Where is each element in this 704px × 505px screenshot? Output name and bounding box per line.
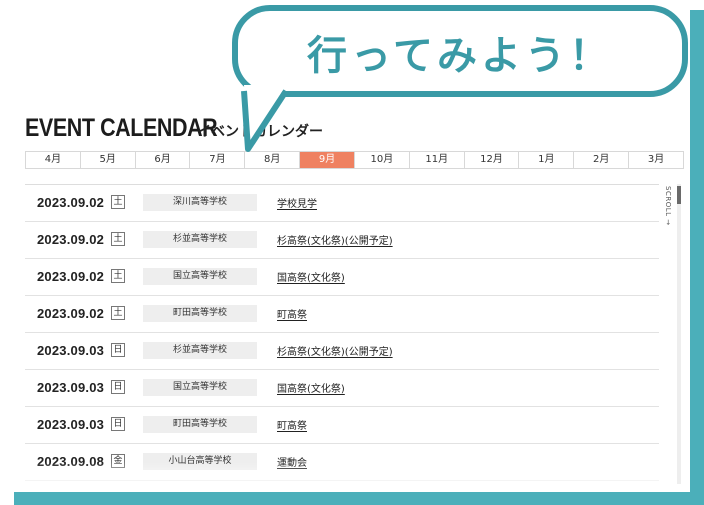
month-tab[interactable]: 2月	[574, 152, 630, 168]
month-tab[interactable]: 11月	[410, 152, 465, 168]
event-date: 2023.09.02	[37, 232, 105, 247]
month-tab[interactable]: 1月	[519, 152, 575, 168]
event-link[interactable]: 町高祭	[277, 417, 307, 432]
event-school: 町田高等学校	[143, 416, 257, 433]
event-date: 2023.09.03	[37, 417, 105, 432]
event-link[interactable]: 町高祭	[277, 306, 307, 321]
speech-bubble-tail	[241, 85, 289, 152]
scroll-label: SCROLL →	[664, 186, 672, 226]
scrollbar-track[interactable]	[677, 184, 681, 484]
event-row: 2023.09.02 土 国立高等学校 国高祭(文化祭)	[25, 259, 659, 296]
month-tab[interactable]: 9月	[300, 152, 355, 168]
event-weekday: 日	[111, 343, 125, 357]
frame-right	[690, 10, 704, 505]
event-link[interactable]: 国高祭(文化祭)	[277, 380, 345, 395]
event-date: 2023.09.02	[37, 306, 105, 321]
event-date: 2023.09.02	[37, 269, 105, 284]
event-weekday: 土	[111, 306, 125, 320]
event-link[interactable]: 杉高祭(文化祭)(公開予定)	[277, 232, 393, 247]
event-row: 2023.09.03 日 杉並高等学校 杉高祭(文化祭)(公開予定)	[25, 333, 659, 370]
event-weekday: 土	[111, 232, 125, 246]
event-school: 杉並高等学校	[143, 342, 257, 359]
event-link[interactable]: 国高祭(文化祭)	[277, 269, 345, 284]
event-school: 深川高等学校	[143, 194, 257, 211]
month-tab[interactable]: 3月	[629, 152, 683, 168]
event-row: 2023.09.02 土 杉並高等学校 杉高祭(文化祭)(公開予定)	[25, 222, 659, 259]
event-weekday: 日	[111, 417, 125, 431]
event-row: 2023.09.02 土 町田高等学校 町高祭	[25, 296, 659, 333]
event-row: 2023.09.03 日 国立高等学校 国高祭(文化祭)	[25, 370, 659, 407]
month-tab[interactable]: 7月	[190, 152, 246, 168]
month-tab[interactable]: 4月	[26, 152, 81, 168]
event-date: 2023.09.03	[37, 380, 105, 395]
event-weekday: 土	[111, 269, 125, 283]
scrollbar-thumb[interactable]	[677, 186, 681, 204]
frame-bottom	[14, 492, 704, 505]
event-link[interactable]: 学校見学	[277, 195, 317, 210]
event-school: 国立高等学校	[143, 379, 257, 396]
month-tab[interactable]: 12月	[465, 152, 520, 168]
list-fade	[25, 462, 659, 492]
event-weekday: 日	[111, 380, 125, 394]
event-school: 杉並高等学校	[143, 231, 257, 248]
event-link[interactable]: 杉高祭(文化祭)(公開予定)	[277, 343, 393, 358]
event-weekday: 土	[111, 195, 125, 209]
speech-bubble: 行ってみよう！	[232, 5, 688, 97]
month-tabs: 4月 5月 6月 7月 8月 9月 10月 11月 12月 1月 2月 3月	[25, 151, 684, 169]
page-title: EVENT CALENDAR	[25, 114, 218, 142]
bubble-text: 行ってみよう！	[307, 33, 613, 79]
event-date: 2023.09.02	[37, 195, 105, 210]
event-row: 2023.09.02 土 深川高等学校 学校見学	[25, 185, 659, 222]
event-list: 2023.09.02 土深川高等学校 学校見学 2023.09.02 土杉並高等学校 杉高…	[25, 184, 659, 481]
event-school: 町田高等学校	[143, 305, 257, 322]
month-tab[interactable]: 6月	[136, 152, 191, 168]
month-tab[interactable]: 10月	[355, 152, 410, 168]
event-date: 2023.09.03	[37, 343, 105, 358]
event-school: 国立高等学校	[143, 268, 257, 285]
event-row: 2023.09.03 日 町田高等学校 町高祭	[25, 407, 659, 444]
month-tab[interactable]: 5月	[81, 152, 136, 168]
